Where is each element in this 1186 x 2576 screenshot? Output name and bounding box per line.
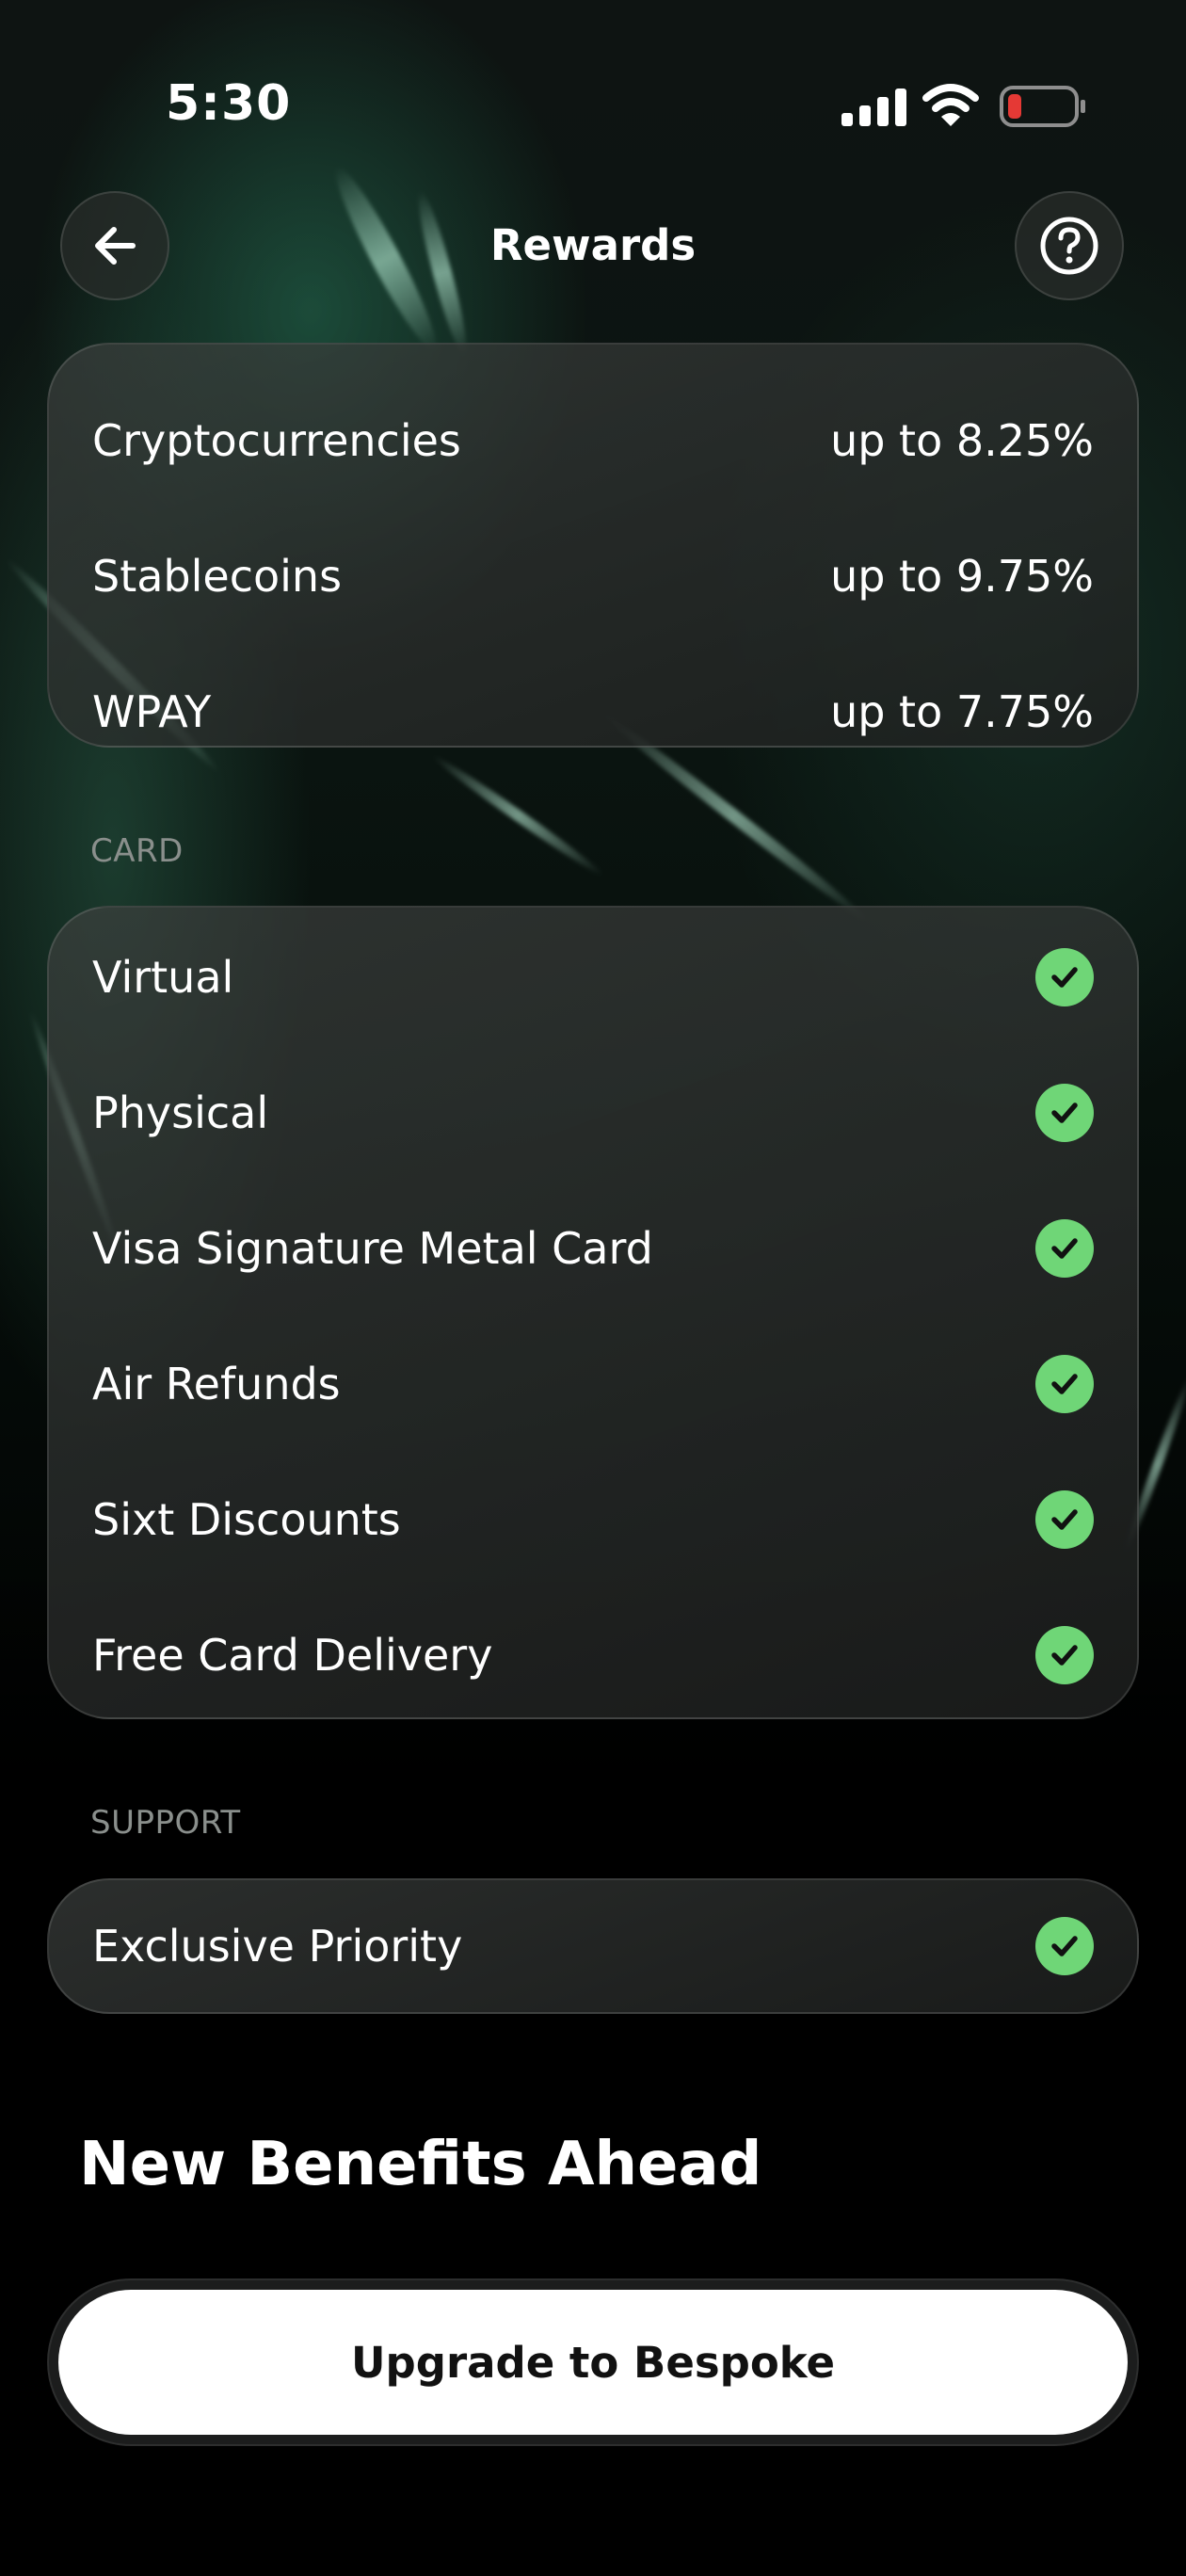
card-feature-air-refunds: Air Refunds (92, 1355, 1094, 1413)
check-circle-icon (1035, 1355, 1094, 1413)
rates-card: Cryptocurrencies up to 8.25% Stablecoins… (47, 343, 1139, 748)
check-circle-icon (1035, 1219, 1094, 1278)
rate-value: up to 7.75% (830, 686, 1094, 737)
rate-row-cryptocurrencies: Cryptocurrencies up to 8.25% (92, 412, 1094, 469)
rate-row-stablecoins: Stablecoins up to 9.75% (92, 548, 1094, 604)
support-card: Exclusive Priority (47, 1878, 1139, 2014)
feature-label: Visa Signature Metal Card (92, 1223, 653, 1274)
rate-value: up to 8.25% (830, 415, 1094, 466)
support-feature-exclusive-priority: Exclusive Priority (92, 1917, 1094, 1975)
rate-value: up to 9.75% (830, 551, 1094, 602)
feature-label: Free Card Delivery (92, 1630, 493, 1681)
rate-row-wpay: WPAY up to 7.75% (92, 684, 1094, 740)
feature-label: Physical (92, 1087, 269, 1138)
card-feature-sixt-discounts: Sixt Discounts (92, 1490, 1094, 1549)
feature-label: Air Refunds (92, 1359, 341, 1409)
rate-label: Cryptocurrencies (92, 415, 461, 466)
battery-low-icon (1000, 86, 1085, 127)
upgrade-button[interactable]: Upgrade to Bespoke (58, 2290, 1128, 2435)
wifi-icon (922, 84, 979, 126)
card-feature-visa-signature-metal: Visa Signature Metal Card (92, 1219, 1094, 1278)
upgrade-button-container: Upgrade to Bespoke (47, 2278, 1139, 2446)
check-circle-icon (1035, 948, 1094, 1006)
question-circle-icon (1040, 217, 1098, 275)
help-button[interactable] (1015, 191, 1124, 300)
card-features-card: Virtual Physical Visa Signature Metal Ca… (47, 906, 1139, 1719)
check-circle-icon (1035, 1626, 1094, 1684)
rate-label: Stablecoins (92, 551, 343, 602)
feature-label: Exclusive Priority (92, 1921, 463, 1972)
card-feature-free-card-delivery: Free Card Delivery (92, 1626, 1094, 1684)
benefits-heading: New Benefits Ahead (79, 2130, 762, 2199)
rate-label: WPAY (92, 686, 212, 737)
check-circle-icon (1035, 1084, 1094, 1142)
support-section-label: SUPPORT (90, 1804, 241, 1842)
cellular-signal-icon (841, 89, 906, 126)
page-title: Rewards (489, 220, 697, 270)
status-time: 5:30 (166, 75, 292, 132)
card-section-label: CARD (90, 832, 184, 870)
check-circle-icon (1035, 1490, 1094, 1549)
check-circle-icon (1035, 1917, 1094, 1975)
feature-label: Virtual (92, 952, 234, 1003)
card-feature-virtual: Virtual (92, 948, 1094, 1006)
card-feature-physical: Physical (92, 1084, 1094, 1142)
feature-label: Sixt Discounts (92, 1494, 401, 1545)
